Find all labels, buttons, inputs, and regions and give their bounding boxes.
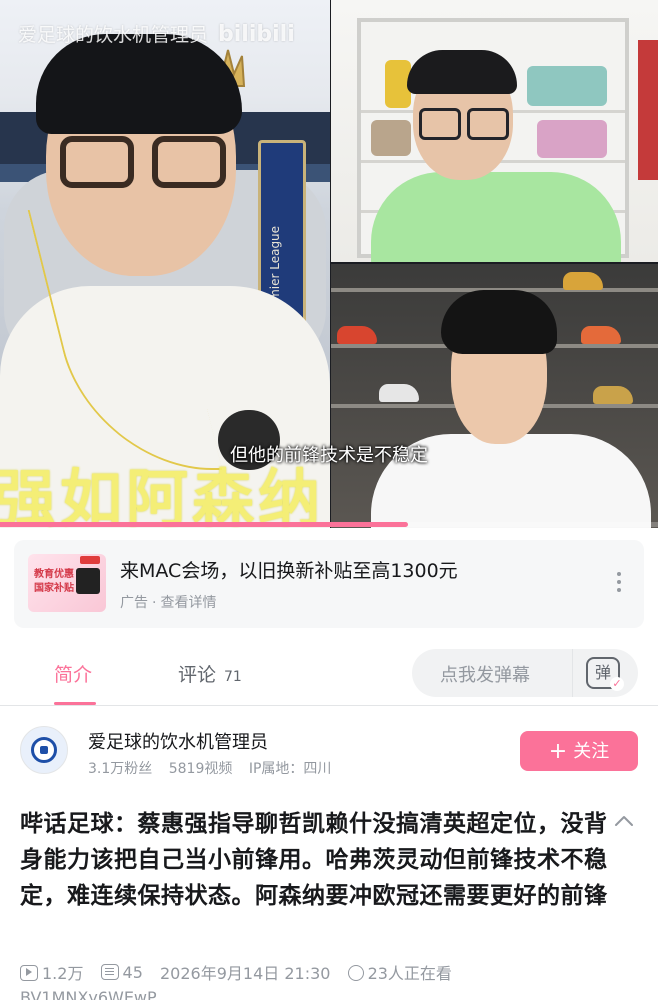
- uploader-name[interactable]: 爱足球的饮水机管理员: [88, 728, 268, 754]
- plus-icon: +: [548, 739, 568, 764]
- danmaku-count: 45: [100, 962, 143, 982]
- subsidy-tag: [80, 556, 100, 564]
- ad-thumbnail: 教育优惠 国家补贴: [28, 554, 106, 612]
- football-icon: [31, 737, 57, 763]
- video-player[interactable]: Premier League 强如阿森纳 爱足球的饮水机管理员bilibili: [0, 0, 658, 528]
- progress-bar[interactable]: [0, 522, 658, 527]
- tab-comments[interactable]: 评论 71: [178, 660, 242, 687]
- bilibili-logo: bilibili: [218, 22, 295, 47]
- video-meta: 1.2万 45 2026年9月14日 21:30 23人正在看: [20, 960, 464, 984]
- ad-meta: 广告 · 查看详情: [120, 592, 216, 612]
- ad-card[interactable]: 教育优惠 国家补贴 来MAC会场，以旧换新补贴至高1300元 广告 · 查看详情: [14, 540, 644, 628]
- watching-now-value: 23人正在看: [367, 964, 452, 983]
- figurine-group: [527, 66, 607, 106]
- tab-intro[interactable]: 简介: [54, 660, 92, 687]
- chevron-up-icon[interactable]: [614, 814, 634, 828]
- mac-device-icon: [76, 568, 100, 594]
- danmaku-placeholder: 点我发弹幕: [440, 665, 530, 686]
- guest-1-glasses-left: [419, 108, 461, 140]
- publish-date: 2026年9月14日 21:30: [160, 964, 331, 983]
- football-boot: [379, 384, 419, 402]
- watermark-name: 爱足球的饮水机管理员: [18, 24, 209, 46]
- progress-bar-fill: [0, 522, 408, 527]
- video-pane-guest-2: [331, 264, 658, 528]
- video-subtitle: 但他的前锋技术是不稳定: [0, 441, 658, 467]
- tab-comments-label: 评论: [178, 664, 217, 686]
- ad-thumb-caption: 教育优惠 国家补贴: [34, 568, 74, 596]
- check-icon: ✓: [610, 677, 624, 691]
- ad-label: 广告: [120, 595, 148, 611]
- guest-1-shirt: [371, 172, 621, 262]
- figurine-group: [537, 120, 607, 158]
- football-boot: [563, 272, 603, 290]
- video-count: 5819视频: [168, 761, 233, 777]
- ad-thumb-line-1: 教育优惠: [34, 569, 74, 580]
- host-glasses-left: [60, 136, 134, 188]
- red-jersey: [638, 40, 658, 180]
- play-count-icon: [20, 965, 38, 981]
- more-vertical-icon[interactable]: [616, 572, 622, 596]
- figurine-group: [371, 120, 411, 156]
- football-boot: [337, 326, 377, 344]
- uploader-stats: 3.1万粉丝 5819视频 IP属地：四川: [88, 758, 343, 778]
- ad-details-link[interactable]: 查看详情: [160, 595, 216, 611]
- ad-title: 来MAC会场，以旧换新补贴至高1300元: [120, 560, 458, 582]
- ad-separator: ·: [152, 595, 157, 611]
- danmaku-toggle-icon: 弹: [594, 663, 611, 682]
- divider: [572, 649, 573, 697]
- host-glasses-right: [152, 136, 226, 188]
- bvid: BV1MNXy6WEwP: [20, 988, 157, 1000]
- subtitle-text: 但他的前锋技术是不稳定: [230, 445, 428, 466]
- comment-count: 71: [224, 669, 242, 685]
- danmaku-toggle-button[interactable]: 弹 ✓: [586, 657, 624, 691]
- viewers-icon: [347, 965, 364, 981]
- active-tab-indicator: [54, 702, 96, 705]
- football-boot: [581, 326, 621, 344]
- guest-1-glasses-right: [467, 108, 509, 140]
- guest-1-hair: [407, 50, 517, 94]
- video-title: 哔话足球：蔡惠强指导聊哲凯赖什没搞清英超定位，没背身能力该把自己当小前锋用。哈弗…: [20, 811, 608, 909]
- uploader-watermark: 爱足球的饮水机管理员 bilibili: [18, 20, 295, 47]
- follow-label: 关注: [573, 741, 610, 762]
- follow-button[interactable]: + 关注: [520, 731, 638, 771]
- danmaku-count-value: 45: [122, 962, 143, 982]
- watching-now: 23人正在看: [347, 960, 452, 984]
- ad-thumb-line-2: 国家补贴: [34, 583, 74, 594]
- ip-location: IP属地：四川: [248, 761, 332, 777]
- fans-count: 3.1万粉丝: [88, 761, 153, 777]
- host-hair: [36, 34, 242, 134]
- danmaku-input[interactable]: 点我发弹幕 弹 ✓: [412, 649, 638, 697]
- football-boot: [593, 386, 633, 404]
- uploader-avatar[interactable]: [20, 726, 68, 774]
- view-count-value: 1.2万: [42, 964, 84, 983]
- guest-2-hair: [441, 290, 557, 354]
- video-pane-guest-1: [331, 0, 658, 262]
- danmaku-count-icon: [100, 963, 119, 980]
- view-count: 1.2万: [20, 960, 83, 984]
